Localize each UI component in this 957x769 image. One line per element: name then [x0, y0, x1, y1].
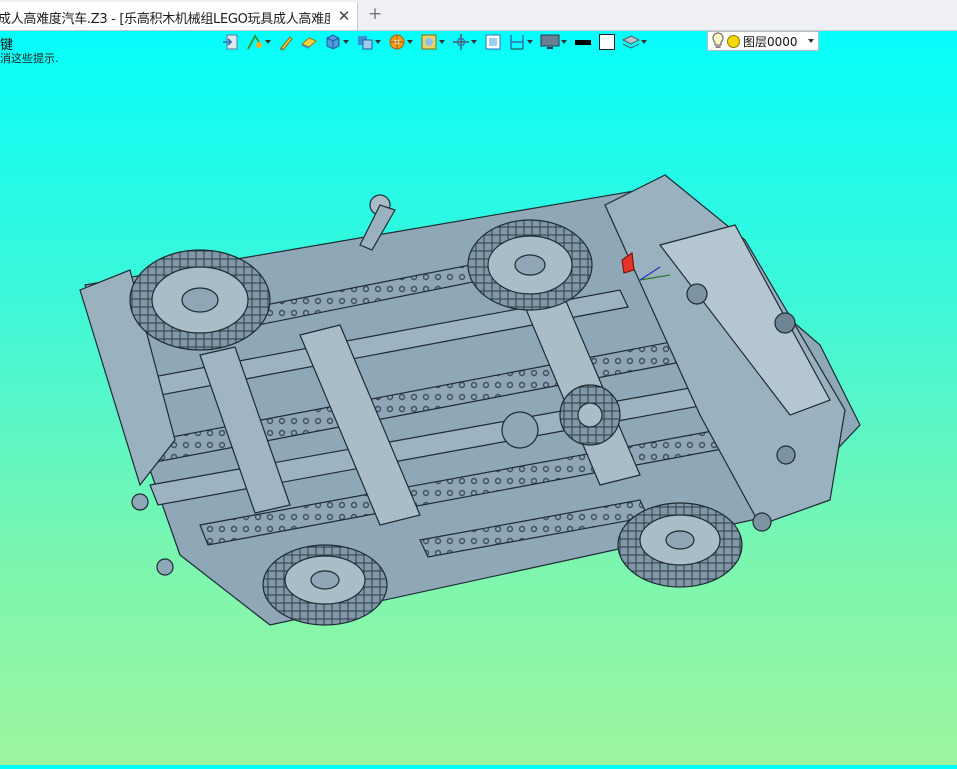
- view-toolbar: [222, 31, 654, 53]
- fit-view-icon[interactable]: [484, 32, 502, 52]
- render-icon[interactable]: [420, 32, 446, 52]
- document-tab[interactable]: 成人高难度汽车.Z3 - [乐高积木机械组LEGO玩具成人高难度汽车] ✕: [0, 2, 358, 30]
- layer-dropdown[interactable]: 图层0000: [707, 31, 819, 51]
- monitor-icon[interactable]: [540, 32, 568, 52]
- pencil-icon[interactable]: [278, 32, 294, 52]
- eraser-icon[interactable]: [300, 32, 318, 52]
- wheel-front-bottom: [262, 544, 388, 626]
- pan-icon[interactable]: [452, 32, 478, 52]
- car-model: [79, 174, 861, 626]
- wheel-rear-bottom: [617, 502, 743, 588]
- solid-box-icon[interactable]: [324, 32, 350, 52]
- layer-name: 图层0000: [743, 34, 798, 49]
- wheel-icon[interactable]: [388, 32, 414, 52]
- yellow-dot-icon[interactable]: [727, 34, 740, 48]
- lightbulb-icon[interactable]: [711, 32, 725, 50]
- wheel-front-top: [129, 249, 271, 351]
- sketch-icon[interactable]: [246, 32, 272, 52]
- chassis: [79, 174, 861, 626]
- layer-stack-icon[interactable]: [622, 32, 648, 52]
- import-icon[interactable]: [222, 32, 240, 52]
- dimension-icon[interactable]: [508, 32, 534, 52]
- layers-icon[interactable]: [356, 32, 382, 52]
- plus-icon[interactable]: +: [367, 6, 383, 23]
- wheel-rear-top: [467, 219, 593, 311]
- 3d-viewport[interactable]: [0, 55, 957, 765]
- document-tab-bar: 成人高难度汽车.Z3 - [乐高积木机械组LEGO玩具成人高难度汽车] ✕ +: [0, 0, 957, 31]
- square-outline-icon[interactable]: [598, 32, 616, 52]
- close-icon[interactable]: ✕: [336, 8, 352, 24]
- tab-title: 成人高难度汽车.Z3 - [乐高积木机械组LEGO玩具成人高难度汽车]: [0, 12, 330, 27]
- chevron-down-icon[interactable]: [808, 39, 814, 43]
- line-black-icon[interactable]: [574, 32, 592, 52]
